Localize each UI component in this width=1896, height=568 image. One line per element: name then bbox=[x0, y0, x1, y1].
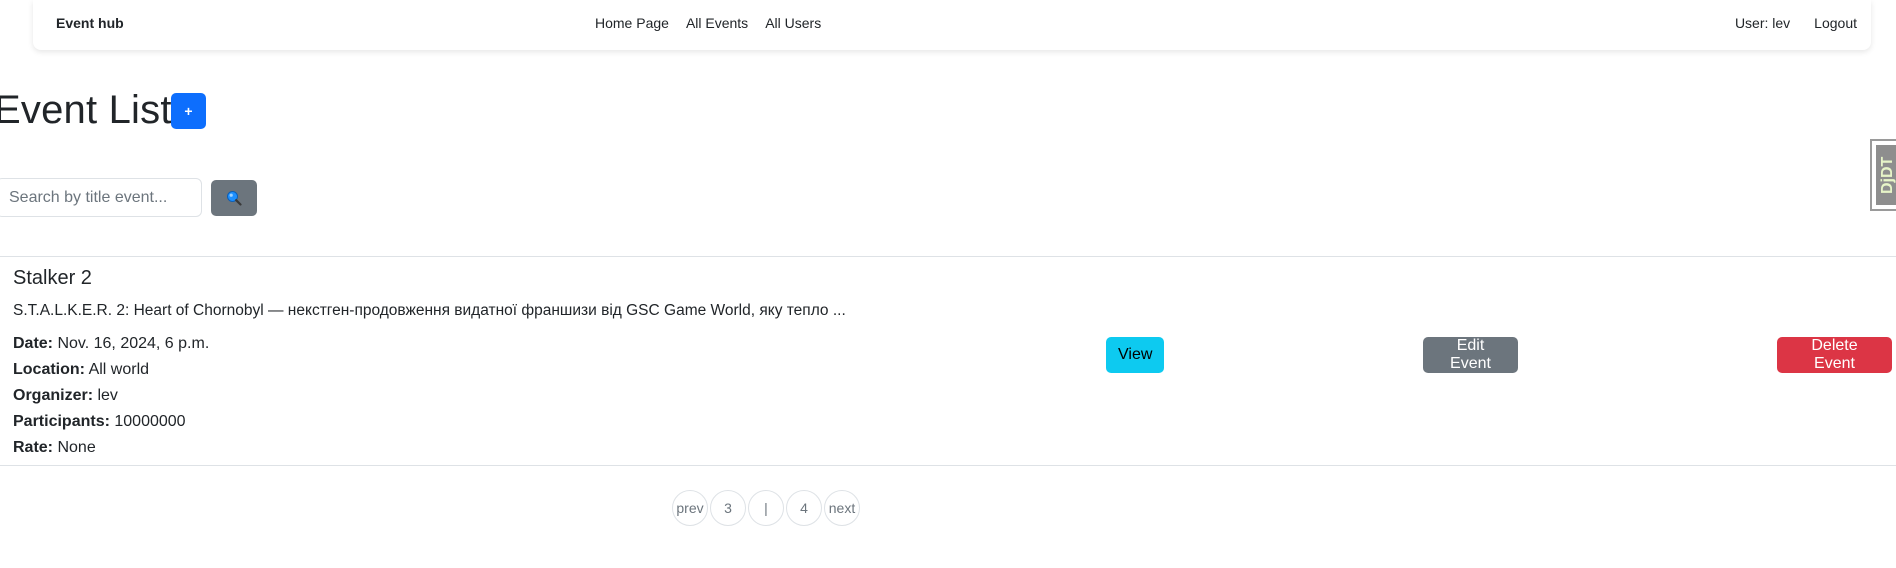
search-button[interactable] bbox=[211, 180, 257, 216]
debug-toolbar-label: DjDT bbox=[1876, 145, 1896, 205]
event-date-label: Date: bbox=[13, 335, 54, 352]
event-participants-value: 10000000 bbox=[114, 413, 186, 430]
nav-all-events-link[interactable]: All Events bbox=[686, 15, 748, 31]
brand-logo[interactable]: Event hub bbox=[56, 15, 124, 31]
event-organizer-value: lev bbox=[97, 387, 118, 404]
event-rate-label: Rate: bbox=[13, 439, 54, 456]
pagination-prev[interactable]: prev bbox=[672, 490, 708, 526]
event-location: Location: All world bbox=[13, 357, 209, 383]
nav-all-users-link[interactable]: All Users bbox=[765, 15, 821, 31]
pagination-separator: | bbox=[748, 490, 784, 526]
pagination: prev 3 | 4 next bbox=[672, 490, 860, 526]
main-nav: Home Page All Events All Users bbox=[595, 15, 821, 31]
event-organizer-label: Organizer: bbox=[13, 387, 94, 404]
edit-event-button[interactable]: Edit Event bbox=[1423, 337, 1518, 373]
event-location-label: Location: bbox=[13, 361, 85, 378]
top-navbar: Event hub Home Page All Events All Users… bbox=[33, 0, 1871, 50]
delete-event-button[interactable]: Delete Event bbox=[1777, 337, 1892, 373]
search-input[interactable] bbox=[0, 178, 202, 217]
page-title: Event List bbox=[0, 88, 172, 132]
event-participants-label: Participants: bbox=[13, 413, 110, 430]
event-details: Date: Nov. 16, 2024, 6 p.m. Location: Al… bbox=[13, 331, 209, 461]
user-nav: User: lev Logout bbox=[1735, 15, 1857, 31]
magnifier-icon bbox=[227, 191, 242, 206]
pagination-next[interactable]: next bbox=[824, 490, 860, 526]
pagination-page[interactable]: 4 bbox=[786, 490, 822, 526]
event-description: S.T.A.L.K.E.R. 2: Heart of Chornobyl — н… bbox=[13, 302, 846, 319]
event-date-value: Nov. 16, 2024, 6 p.m. bbox=[57, 335, 210, 352]
nav-home-link[interactable]: Home Page bbox=[595, 15, 669, 31]
view-event-button[interactable]: View bbox=[1106, 337, 1164, 373]
logout-link[interactable]: Logout bbox=[1814, 15, 1857, 31]
event-date: Date: Nov. 16, 2024, 6 p.m. bbox=[13, 331, 209, 357]
event-organizer: Organizer: lev bbox=[13, 383, 209, 409]
event-location-value: All world bbox=[88, 361, 150, 378]
event-rate-value: None bbox=[57, 439, 96, 456]
add-event-button[interactable]: + bbox=[171, 93, 206, 129]
pagination-page[interactable]: 3 bbox=[710, 490, 746, 526]
debug-toolbar-handle[interactable]: DjDT bbox=[1870, 139, 1896, 211]
event-title: Stalker 2 bbox=[13, 267, 92, 289]
current-user-link[interactable]: User: lev bbox=[1735, 15, 1790, 31]
event-participants: Participants: 10000000 bbox=[13, 409, 209, 435]
event-rate: Rate: None bbox=[13, 435, 209, 461]
event-list-item: Stalker 2 S.T.A.L.K.E.R. 2: Heart of Cho… bbox=[0, 256, 1896, 466]
